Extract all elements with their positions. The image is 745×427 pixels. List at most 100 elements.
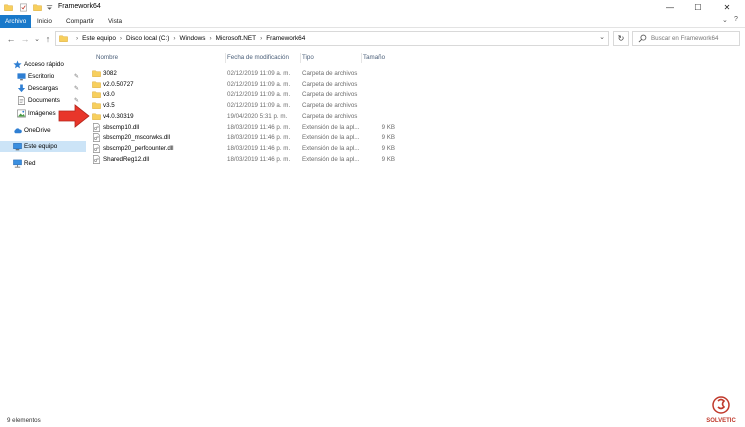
breadcrumb-framework64[interactable]: Framework64 xyxy=(266,35,305,42)
pin-icon[interactable]: ✎ xyxy=(74,73,79,80)
column-header-name[interactable]: Nombre xyxy=(96,52,118,64)
file-type: Extensión de la apl... xyxy=(302,144,360,152)
search-input[interactable] xyxy=(651,32,741,45)
file-date: 02/12/2019 11:09 a. m. xyxy=(227,80,291,88)
file-date: 02/12/2019 11:09 a. m. xyxy=(227,70,291,77)
column-header-date[interactable]: Fecha de modificación xyxy=(227,52,289,64)
breadcrumb-windows[interactable]: Windows xyxy=(180,35,206,42)
folder-icon xyxy=(59,35,68,42)
file-row[interactable]: v4.0.30319 19/04/2020 5:31 p. m. Carpeta d… xyxy=(90,111,395,122)
dll-file-icon xyxy=(93,133,100,143)
file-type: Carpeta de archivos xyxy=(302,112,358,120)
column-header-type[interactable]: Tipo xyxy=(302,52,314,64)
file-type: Extensión de la apl... xyxy=(302,155,360,163)
watermark-text: SOLVETIC xyxy=(706,418,736,424)
forward-button[interactable]: → xyxy=(19,32,31,46)
file-name: v3.0 xyxy=(103,91,115,99)
nav-item-label: Escritorio xyxy=(28,73,55,80)
file-size xyxy=(367,111,395,122)
file-row[interactable]: SharedReg12.dll 18/03/2019 11:46 p. m. Ext… xyxy=(90,154,395,165)
file-name: sbscmp10.dll xyxy=(103,123,140,131)
pin-icon[interactable]: ✎ xyxy=(74,85,79,92)
file-size xyxy=(367,79,395,90)
file-type: Carpeta de archivos xyxy=(302,91,358,99)
file-row[interactable]: v3.0 02/12/2019 11:09 a. m. Carpeta de arc… xyxy=(90,89,395,100)
tab-archivo[interactable]: Archivo xyxy=(0,15,32,28)
column-divider[interactable] xyxy=(361,53,362,63)
address-bar[interactable]: › Este equipo › Disco local (C:) › Windo… xyxy=(55,31,609,46)
tab-inicio[interactable]: Inicio xyxy=(32,15,57,28)
breadcrumb-separator: › xyxy=(76,35,79,42)
nav-item-escritorio[interactable]: Escritorio ✎ xyxy=(0,71,86,82)
file-row[interactable]: sbscmp20_mscorwks.dll 18/03/2019 11:46 p.… xyxy=(90,132,395,143)
star-icon xyxy=(13,60,22,69)
nav-item-label: Descargas xyxy=(28,85,59,92)
network-icon xyxy=(13,159,22,168)
folder-icon xyxy=(92,91,101,99)
breadcrumb-separator[interactable]: › xyxy=(173,35,175,42)
file-size xyxy=(367,100,395,111)
breadcrumb-este-equipo[interactable]: Este equipo xyxy=(82,35,116,42)
breadcrumb-separator[interactable]: › xyxy=(260,35,262,42)
file-date: 18/03/2019 11:46 p. m. xyxy=(227,123,291,131)
folder-icon xyxy=(92,102,101,109)
file-row[interactable]: v3.5 02/12/2019 11:09 a. m. Carpeta de arc… xyxy=(90,100,395,111)
breadcrumb-separator[interactable]: › xyxy=(120,35,122,42)
properties-icon[interactable] xyxy=(19,3,28,12)
nav-item-este-equipo[interactable]: Este equipo xyxy=(0,141,86,152)
computer-icon xyxy=(13,143,22,151)
dll-file-icon xyxy=(93,154,100,164)
breadcrumb-separator[interactable]: › xyxy=(209,35,211,42)
file-list: Nombre Fecha de modificación Tipo Tamaño… xyxy=(86,50,745,414)
maximize-button[interactable]: ☐ xyxy=(687,0,709,15)
tab-compartir[interactable]: Compartir xyxy=(61,15,99,28)
tab-vista[interactable]: Vista xyxy=(103,15,127,28)
file-row[interactable]: v2.0.50727 02/12/2019 11:09 a. m. Carpeta … xyxy=(90,79,395,90)
dll-file-icon xyxy=(93,144,100,153)
file-row[interactable]: 3082 02/12/2019 11:09 a. m. Carpeta de arc… xyxy=(90,68,395,79)
annotation-arrow xyxy=(58,104,90,128)
ribbon: Archivo Inicio Compartir Vista ⌄ ? xyxy=(0,15,745,28)
expand-ribbon-button[interactable]: ⌄ xyxy=(722,16,728,24)
nav-item-acceso-rapido[interactable]: Acceso rápido xyxy=(0,59,86,70)
breadcrumb-microsoft-net[interactable]: Microsoft.NET xyxy=(216,35,256,42)
folder-icon xyxy=(92,70,101,77)
column-header-size[interactable]: Tamaño xyxy=(363,52,385,64)
file-name: v2.0.50727 xyxy=(103,80,134,88)
status-bar: 9 elementos xyxy=(0,414,745,427)
minimize-button[interactable]: — xyxy=(659,0,681,15)
new-folder-icon[interactable] xyxy=(33,3,42,12)
column-divider[interactable] xyxy=(300,53,301,63)
address-dropdown-button[interactable]: ⌄ xyxy=(599,33,605,41)
cloud-icon xyxy=(14,128,22,134)
window-title: Framework64 xyxy=(58,3,101,10)
file-row[interactable]: sbscmp10.dll 18/03/2019 11:46 p. m. Extens… xyxy=(90,122,395,133)
folder-icon xyxy=(92,81,101,88)
close-button[interactable]: ✕ xyxy=(716,0,738,15)
nav-item-label: Red xyxy=(24,160,36,167)
file-name: 3082 xyxy=(103,70,117,77)
refresh-button[interactable]: ↻ xyxy=(613,31,629,46)
file-type: Carpeta de archivos xyxy=(302,70,358,77)
nav-item-descargas[interactable]: Descargas ✎ xyxy=(0,83,86,94)
nav-item-red[interactable]: Red xyxy=(0,158,86,169)
download-icon xyxy=(17,84,26,93)
breadcrumb-disco-local[interactable]: Disco local (C:) xyxy=(126,35,169,42)
title-bar: Framework64 — ☐ ✕ xyxy=(0,0,745,15)
file-size xyxy=(367,68,395,79)
file-date: 18/03/2019 11:46 p. m. xyxy=(227,155,291,163)
address-row: ← → ⌄ ↑ › Este equipo › Disco local (C:)… xyxy=(0,28,745,50)
file-date: 02/12/2019 11:09 a. m. xyxy=(227,91,291,99)
up-button[interactable]: ↑ xyxy=(42,32,54,46)
file-type: Extensión de la apl... xyxy=(302,123,360,131)
help-button[interactable]: ? xyxy=(734,16,738,23)
file-row[interactable]: sbscmp20_perfcounter.dll 18/03/2019 11:46… xyxy=(90,143,395,154)
search-box[interactable] xyxy=(632,31,741,46)
back-button[interactable]: ← xyxy=(5,32,17,46)
customize-toolbar-icon[interactable] xyxy=(45,3,54,12)
file-date: 02/12/2019 11:09 a. m. xyxy=(227,102,291,110)
file-name: sbscmp20_perfcounter.dll xyxy=(103,144,174,152)
pin-icon[interactable]: ✎ xyxy=(74,97,79,104)
column-divider[interactable] xyxy=(225,53,226,63)
folder-icon xyxy=(4,4,13,11)
